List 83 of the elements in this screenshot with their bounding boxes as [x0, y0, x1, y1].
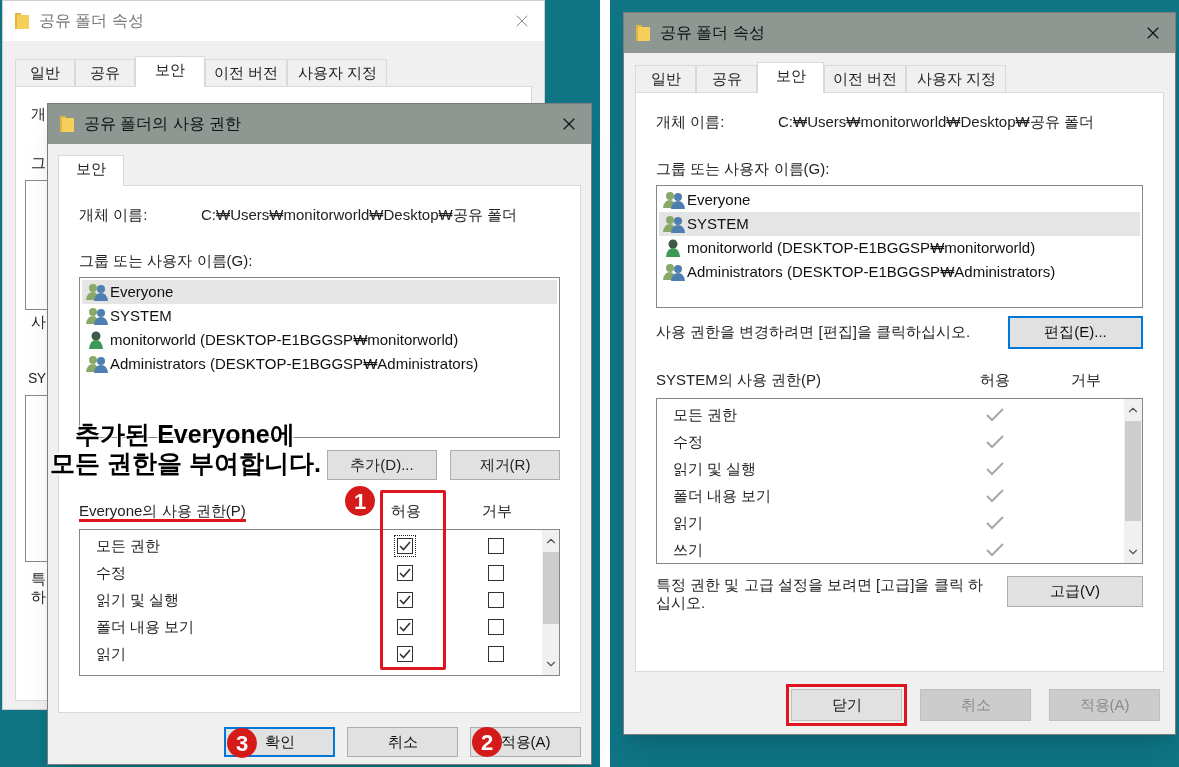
checkmark-icon [399, 595, 412, 605]
dialog-button[interactable]: 3 확인 [224, 727, 335, 757]
dialog-button[interactable]: 편집(E)... [1008, 316, 1143, 349]
dialog-button[interactable]: 고급(V) [1007, 575, 1143, 607]
step-marker: 2 [472, 727, 502, 757]
tab[interactable]: 사용자 지정 [906, 65, 1007, 92]
list-item[interactable]: monitorworld (DESKTOP-E1BGGSP₩monitorworld) [82, 328, 557, 352]
scroll-thumb[interactable] [542, 551, 559, 624]
tab[interactable]: 일반 [635, 65, 696, 92]
permission-name: 쓰기 [672, 539, 704, 560]
tab[interactable]: 보안 [58, 155, 124, 186]
tab[interactable]: 보안 [135, 56, 205, 87]
field-label: 개체 이름: [79, 205, 149, 225]
folder-icon [15, 12, 29, 30]
permission-name: 읽기 및 실행 [672, 458, 758, 479]
tab[interactable]: 이전 버전 [205, 59, 288, 86]
list-item[interactable]: Everyone [82, 280, 557, 304]
scrollbar[interactable] [1124, 398, 1142, 563]
text-fragment: 사 [31, 312, 46, 332]
hint-text: 사용 권한을 변경하려면 [편집]을 클릭하십시오. [656, 322, 971, 343]
users-icon [663, 215, 685, 233]
permissions-label: Everyone의 사용 권한(P) [79, 502, 246, 522]
permission-name: 읽기 및 실행 [95, 589, 181, 610]
list-item[interactable]: Administrators (DESKTOP-E1BGGSP₩Administrators) [659, 260, 1140, 284]
text-fragment: SY [28, 368, 46, 388]
users-icon [86, 307, 108, 325]
tab[interactable]: 보안 [757, 62, 824, 93]
hint-text: 특정 권한 및 고급 설정을 보려면 [고급]을 클릭 하십시오. [656, 575, 984, 612]
permission-name: 폴더 내용 보기 [95, 616, 196, 637]
column-header: 허용 [979, 370, 1011, 390]
text-fragment: 개 [31, 104, 46, 124]
tab[interactable]: 이전 버전 [824, 65, 907, 92]
folder-icon [636, 24, 650, 42]
checkmark-icon [399, 649, 412, 659]
dialog-button[interactable]: 제거(R) [450, 450, 560, 480]
window-title: 공유 폴더의 사용 권한 [84, 114, 242, 134]
column-header: 거부 [481, 501, 513, 521]
permission-name: 수정 [672, 431, 704, 452]
text-fragment: 특 [31, 569, 46, 588]
checkmark-icon [399, 568, 412, 578]
text-fragment: 하 [31, 587, 46, 606]
permission-name: 폴더 내용 보기 [672, 485, 773, 506]
tab[interactable]: 사용자 지정 [287, 59, 388, 86]
checkmark-icon [399, 622, 412, 632]
list-item[interactable]: monitorworld (DESKTOP-E1BGGSP₩monitorworld) [659, 236, 1140, 260]
dialog-button[interactable]: 2 적용(A) [470, 727, 581, 757]
users-icon [86, 355, 108, 373]
field-label: 개체 이름: [656, 112, 726, 132]
step-marker: 3 [227, 728, 257, 758]
tab[interactable]: 공유 [75, 59, 135, 86]
checkmark-icon [399, 541, 412, 551]
permission-name: 읽기 [672, 512, 704, 533]
list-item[interactable]: SYSTEM [82, 304, 557, 328]
scrollbar[interactable] [542, 529, 559, 675]
object-path: C:₩Users₩monitorworld₩Desktop₩공유 폴더 [201, 205, 517, 225]
permission-name: 모든 권한 [95, 535, 162, 556]
callout-text: 추가된 Everyone에 모든 권한을 부여합니다. [50, 420, 320, 478]
list-item[interactable]: Administrators (DESKTOP-E1BGGSP₩Administrators) [82, 352, 557, 376]
permission-name: 수정 [95, 562, 127, 583]
dialog-button[interactable]: 취소 [347, 727, 458, 757]
object-path: C:₩Users₩monitorworld₩Desktop₩공유 폴더 [778, 112, 1094, 132]
list-item[interactable]: Everyone [659, 188, 1140, 212]
window-title: 공유 폴더 속성 [39, 11, 144, 31]
tab[interactable]: 일반 [15, 59, 75, 86]
folder-icon [60, 115, 74, 133]
text-fragment: 그 [31, 152, 46, 173]
scroll-thumb[interactable] [1125, 420, 1142, 521]
users-icon [663, 191, 685, 209]
window-title: 공유 폴더 속성 [660, 23, 765, 43]
field-label: 그룹 또는 사용자 이름(G): [656, 158, 831, 179]
permission-name: 읽기 [95, 643, 127, 664]
permissions-label: SYSTEM의 사용 권한(P) [656, 370, 822, 390]
field-label: 그룹 또는 사용자 이름(G): [79, 250, 254, 271]
users-icon [663, 263, 685, 281]
users-icon [86, 283, 108, 301]
list-item[interactable]: SYSTEM [659, 212, 1140, 236]
dialog-button[interactable]: 닫기 [791, 689, 902, 721]
column-header: 허용 [390, 501, 422, 521]
column-header: 거부 [1070, 370, 1102, 390]
checkbox[interactable] [394, 535, 417, 557]
permission-name: 모든 권한 [672, 404, 739, 425]
tab[interactable]: 공유 [696, 65, 757, 92]
dialog-button[interactable]: 추가(D)... [327, 450, 437, 480]
